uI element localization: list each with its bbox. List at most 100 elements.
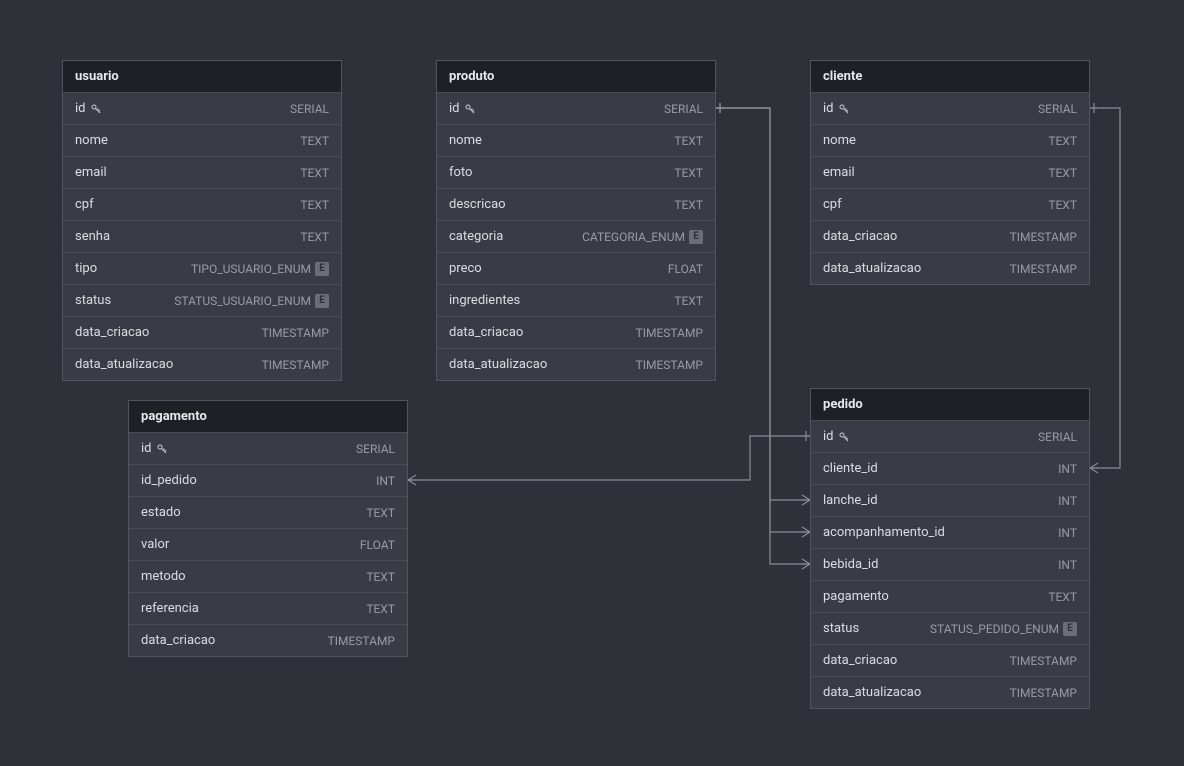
column-name: data_criacao — [75, 325, 149, 340]
table-column[interactable]: cliente_idINT — [811, 452, 1089, 484]
column-type: INT — [1058, 462, 1077, 476]
table-column[interactable]: data_atualizacaoTIMESTAMP — [437, 348, 715, 380]
table-column[interactable]: cpf TEXT — [811, 188, 1089, 220]
one-end-icon — [716, 103, 724, 113]
table-produto[interactable]: produtoidSERIALnomeTEXTfotoTEXTdescricao… — [436, 60, 716, 381]
table-pedido[interactable]: pedidoidSERIALcliente_idINT lanche_id INT a… — [810, 388, 1090, 709]
table-column[interactable]: nomeTEXT — [63, 124, 341, 156]
column-type: INT — [1058, 494, 1077, 508]
column-type-text: TIMESTAMP — [1010, 654, 1077, 668]
table-column[interactable]: emailTEXT — [63, 156, 341, 188]
table-column[interactable]: id_pedidoINT — [129, 464, 407, 496]
column-type-text: INT — [1058, 462, 1077, 476]
table-header[interactable]: pagamento — [129, 401, 407, 432]
column-type-text: TEXT — [300, 134, 329, 148]
column-name: valor — [141, 537, 169, 552]
column-type: TEXT — [1048, 198, 1077, 212]
table-column[interactable]: metodoTEXT — [129, 560, 407, 592]
column-type-text: TEXT — [1048, 134, 1077, 148]
table-column[interactable]: valor FLOAT — [129, 528, 407, 560]
column-type: STATUS_USUARIO_ENUME — [174, 294, 329, 308]
table-column[interactable]: ingredientes TEXT — [437, 284, 715, 316]
column-name: cpf — [823, 197, 842, 212]
table-column[interactable]: data_atualizacaoTIMESTAMP — [811, 252, 1089, 284]
column-type: TEXT — [674, 166, 703, 180]
table-column[interactable]: data_criacaoTIMESTAMP — [811, 644, 1089, 676]
table-column[interactable]: idSERIAL — [811, 420, 1089, 452]
column-type-text: INT — [1058, 494, 1077, 508]
table-column[interactable]: idSERIAL — [437, 92, 715, 124]
column-type: FLOAT — [360, 538, 395, 552]
table-column[interactable]: categoriaCATEGORIA_ENUME — [437, 220, 715, 252]
table-usuario[interactable]: usuarioidSERIALnomeTEXTemailTEXTcpfTEXTs… — [62, 60, 342, 381]
column-name-text: cpf — [75, 197, 94, 212]
table-column[interactable]: acompanhamento_idINT — [811, 516, 1089, 548]
enum-badge: E — [1063, 622, 1077, 636]
table-column[interactable]: id SERIAL — [811, 92, 1089, 124]
column-name-text: data_criacao — [449, 325, 523, 340]
table-column[interactable]: descricaoTEXT — [437, 188, 715, 220]
column-type: TEXT — [300, 166, 329, 180]
table-header[interactable]: cliente — [811, 61, 1089, 92]
column-name-text: ingredientes — [449, 293, 520, 308]
table-column[interactable]: data_criacaoTIMESTAMP — [437, 316, 715, 348]
relationship-line — [1090, 108, 1120, 468]
table-column[interactable]: statusSTATUS_USUARIO_ENUME — [63, 284, 341, 316]
table-column[interactable]: estadoTEXT — [129, 496, 407, 528]
column-type: SERIAL — [1038, 430, 1077, 444]
table-pagamento[interactable]: pagamentoidSERIALid_pedidoINTestadoTEXTv… — [128, 400, 408, 657]
table-column[interactable]: bebida_id INT — [811, 548, 1089, 580]
column-type: TIMESTAMP — [1010, 654, 1077, 668]
column-name: estado — [141, 505, 181, 520]
table-column[interactable]: statusSTATUS_PEDIDO_ENUME — [811, 612, 1089, 644]
table-column[interactable]: senhaTEXT — [63, 220, 341, 252]
table-column[interactable]: email TEXT — [811, 156, 1089, 188]
column-type-text: TEXT — [674, 294, 703, 308]
column-name-text: bebida_id — [823, 557, 878, 572]
column-type: TEXT — [300, 134, 329, 148]
table-column[interactable]: referenciaTEXT — [129, 592, 407, 624]
table-column[interactable]: tipoTIPO_USUARIO_ENUME — [63, 252, 341, 284]
table-column[interactable]: cpfTEXT — [63, 188, 341, 220]
column-type: INT — [1058, 558, 1077, 572]
column-name: data_criacao — [823, 229, 897, 244]
column-name-text: estado — [141, 505, 181, 520]
table-column[interactable]: idSERIAL — [129, 432, 407, 464]
table-header[interactable]: pedido — [811, 389, 1089, 420]
table-header[interactable]: usuario — [63, 61, 341, 92]
table-column[interactable]: pagamentoTEXT — [811, 580, 1089, 612]
table-column[interactable]: lanche_id INT — [811, 484, 1089, 516]
column-name: id — [823, 101, 850, 116]
column-type-text: CATEGORIA_ENUM — [582, 230, 685, 244]
column-type: FLOAT — [668, 262, 703, 276]
column-type: SERIAL — [1038, 102, 1077, 116]
table-column[interactable]: precoFLOAT — [437, 252, 715, 284]
primary-key-icon — [464, 103, 476, 115]
column-name: lanche_id — [823, 493, 878, 508]
column-name: email — [823, 165, 855, 180]
column-type-text: TEXT — [300, 166, 329, 180]
table-column[interactable]: data_atualizacaoTIMESTAMP — [63, 348, 341, 380]
table-column[interactable]: nomeTEXT — [437, 124, 715, 156]
column-name-text: acompanhamento_id — [823, 525, 945, 540]
column-name: pagamento — [823, 589, 889, 604]
column-name: status — [823, 621, 859, 636]
crowfoot-icon — [802, 495, 810, 505]
column-type-text: TIPO_USUARIO_ENUM — [191, 262, 311, 276]
table-column[interactable]: data_atualizacaoTIMESTAMP — [811, 676, 1089, 708]
column-type-text: TEXT — [300, 230, 329, 244]
column-name: referencia — [141, 601, 199, 616]
column-type: TEXT — [1048, 166, 1077, 180]
column-type: TEXT — [674, 294, 703, 308]
table-column[interactable]: data_criacaoTIMESTAMP — [63, 316, 341, 348]
table-column[interactable]: data_criacaoTIMESTAMP — [129, 624, 407, 656]
column-name-text: data_atualizacao — [75, 357, 173, 372]
table-header[interactable]: produto — [437, 61, 715, 92]
column-type-text: TIMESTAMP — [1010, 230, 1077, 244]
column-name-text: pagamento — [823, 589, 889, 604]
table-column[interactable]: nomeTEXT — [811, 124, 1089, 156]
table-column[interactable]: data_criacao TIMESTAMP — [811, 220, 1089, 252]
table-column[interactable]: fotoTEXT — [437, 156, 715, 188]
table-column[interactable]: idSERIAL — [63, 92, 341, 124]
table-cliente[interactable]: cliente id SERIAL nomeTEXT email TEXT cpf TEXT d… — [810, 60, 1090, 285]
